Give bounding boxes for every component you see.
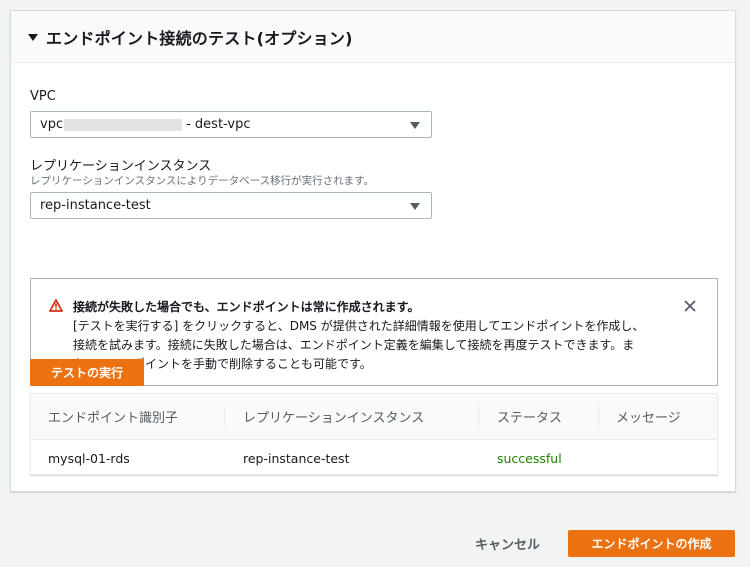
panel-title: エンドポイント接続のテスト(オプション) — [46, 28, 353, 48]
vpc-select[interactable]: vpc - dest-vpc — [30, 111, 432, 138]
column-header-instance[interactable]: レプリケーションインスタンス — [243, 394, 424, 439]
alert-message: [テストを実行する] をクリックすると、DMS が提供された詳細情報を使用してエ… — [73, 317, 683, 374]
vpc-value-prefix: vpc — [40, 117, 64, 132]
table-header: エンドポイント識別子 レプリケーションインスタンス ステータス メッセージ — [31, 394, 717, 440]
column-header-status[interactable]: ステータス — [497, 394, 562, 439]
cell-instance: rep-instance-test — [243, 450, 350, 466]
dropdown-arrow-icon — [410, 203, 420, 210]
alert-line: [テストを実行する] をクリックすると、DMS が提供された詳細情報を使用してエ… — [73, 319, 645, 333]
replication-instance-select[interactable]: rep-instance-test — [30, 192, 432, 219]
replication-instance-value: rep-instance-test — [40, 198, 151, 213]
column-divider — [478, 406, 479, 427]
panel-header[interactable]: エンドポイント接続のテスト(オプション) — [11, 11, 735, 63]
column-header-message[interactable]: メッセージ — [616, 394, 681, 439]
run-test-button[interactable]: テストの実行 — [30, 359, 144, 386]
create-endpoint-button[interactable]: エンドポイントの作成 — [568, 530, 735, 557]
column-divider — [224, 406, 225, 427]
warning-icon — [49, 299, 63, 312]
column-header-endpoint[interactable]: エンドポイント識別子 — [48, 394, 178, 439]
column-divider — [598, 406, 599, 427]
table-row: mysql-01-rds rep-instance-test successfu… — [31, 440, 717, 476]
redacted-vpc-id — [64, 118, 183, 131]
cancel-button[interactable]: キャンセル — [475, 534, 540, 553]
alert-line: 接続を試みます。接続に失敗した場合は、エンドポイント定義を編集して接続を再度テス… — [73, 338, 635, 352]
dropdown-arrow-icon — [410, 122, 420, 129]
test-endpoint-connection-panel: エンドポイント接続のテスト(オプション) VPC vpc - dest-vpc … — [10, 10, 736, 492]
alert-title: 接続が失敗した場合でも、エンドポイントは常に作成されます。 — [73, 300, 420, 314]
close-icon[interactable] — [683, 299, 697, 313]
cell-endpoint: mysql-01-rds — [48, 450, 130, 466]
vpc-value-suffix: - dest-vpc — [186, 117, 251, 132]
cell-status: successful — [497, 450, 562, 466]
test-results-table: エンドポイント識別子 レプリケーションインスタンス ステータス メッセージ my… — [30, 393, 718, 475]
alert-line: た、エンドポイントを手動で削除することも可能です。 — [73, 357, 372, 371]
vpc-label: VPC — [30, 89, 56, 104]
caret-down-icon[interactable] — [28, 33, 38, 41]
replication-instance-description: レプリケーションインスタンスによりデータベース移行が実行されます。 — [30, 175, 375, 187]
replication-instance-label: レプリケーションインスタンス — [30, 159, 212, 174]
